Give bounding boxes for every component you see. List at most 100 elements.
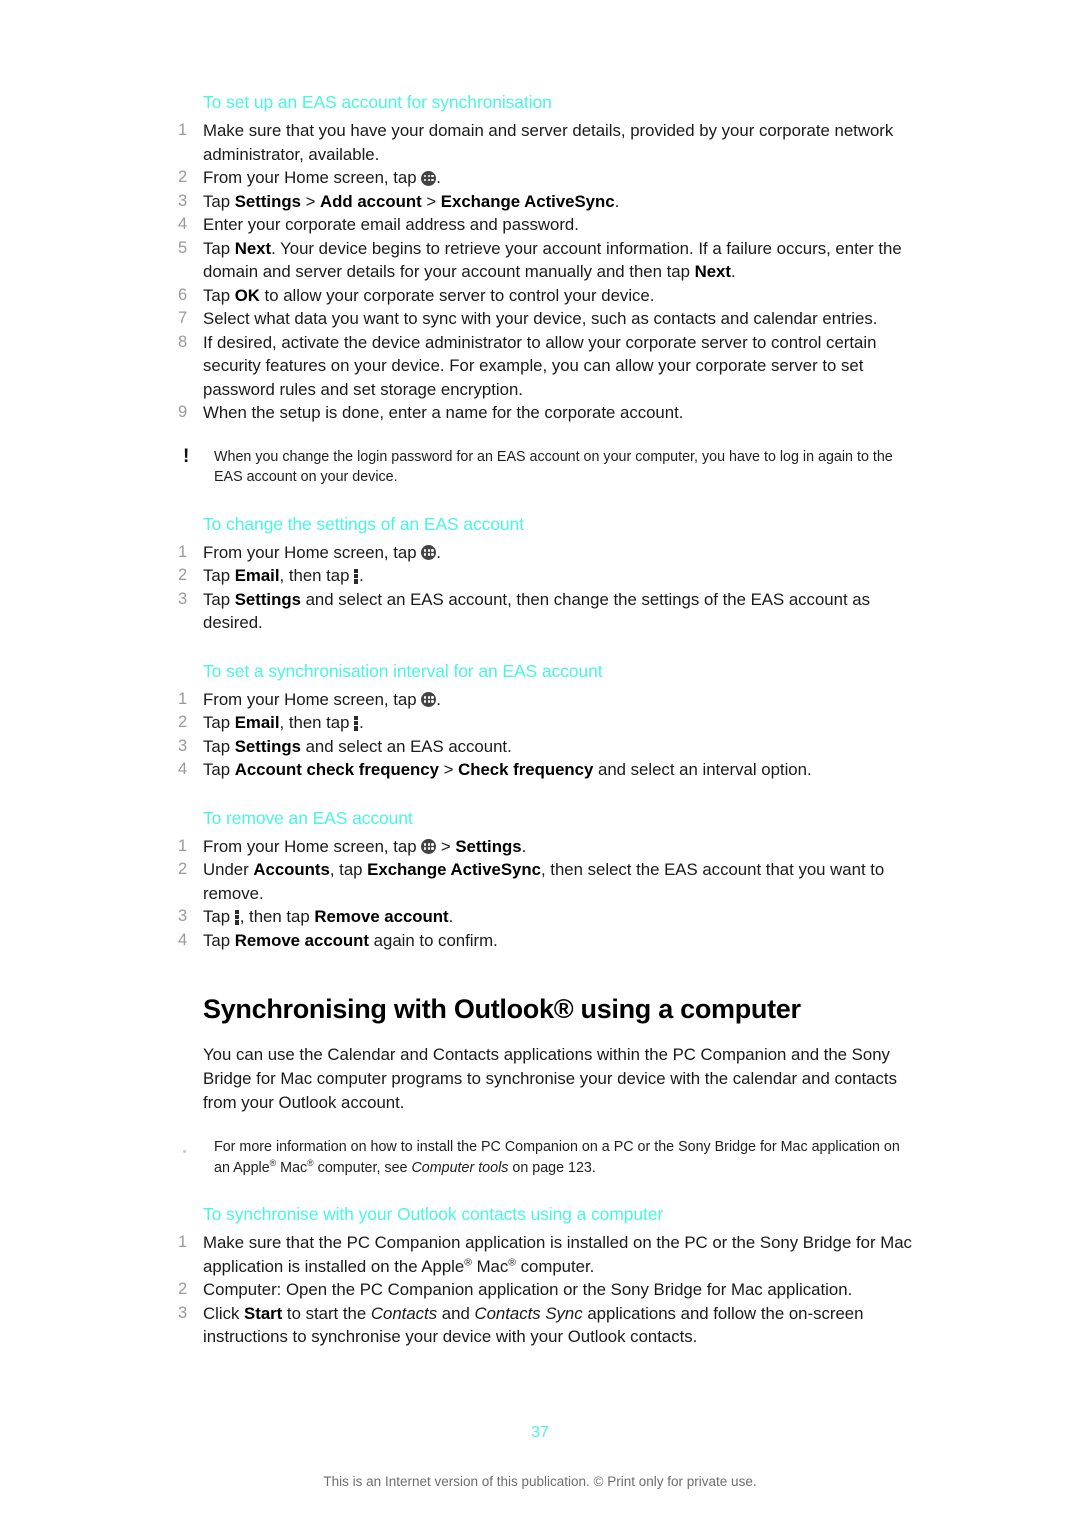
note-text: When you change the login password for a…: [214, 448, 893, 486]
step-text: Make sure that the PC Companion applicat…: [203, 1233, 912, 1276]
step-number: 2: [178, 860, 188, 878]
list-item: 9 When the setup is done, enter a name f…: [178, 401, 918, 425]
list-item: 4 Enter your corporate email address and…: [178, 213, 918, 237]
step-text: Make sure that you have your domain and …: [203, 121, 894, 164]
list-item: 2 Under Accounts, tap Exchange ActiveSyn…: [178, 858, 918, 905]
step-text-tail: .: [436, 689, 441, 709]
outlook-intro-paragraph: You can use the Calendar and Contacts ap…: [203, 1045, 897, 1112]
step-text-tail: .: [436, 542, 441, 562]
list-item: 3 Click Start to start the Contacts and …: [178, 1302, 918, 1349]
tip-icon: [178, 1138, 196, 1157]
step-number: 7: [178, 309, 188, 327]
list-item: 3 Tap , then tap Remove account.: [178, 905, 918, 929]
step-number: 9: [178, 403, 188, 421]
step-text: Tap Settings > Add account > Exchange Ac…: [203, 191, 620, 211]
overflow-menu-icon: [234, 909, 240, 925]
page-title: Synchronising with Outlook® using a comp…: [203, 994, 801, 1024]
step-number: 3: [178, 736, 188, 755]
list-item: 1 From your Home screen, tap > Settings.: [178, 835, 918, 859]
list-item: 1 Make sure that you have your domain an…: [178, 119, 918, 166]
overflow-menu-icon: [354, 568, 359, 584]
app-drawer-icon: [421, 545, 437, 560]
step-number: 5: [178, 238, 188, 257]
list-item: 2 From your Home screen, tap .: [178, 166, 918, 190]
tip-text: For more information on how to install t…: [214, 1139, 900, 1176]
steps-change-settings: 1 From your Home screen, tap . 2 Tap Ema…: [178, 541, 918, 635]
list-item: 3 Tap Settings and select an EAS account…: [178, 735, 918, 759]
list-item: 4 Tap Remove account again to confirm.: [178, 929, 918, 953]
step-text: Tap Next. Your device begins to retrieve…: [203, 238, 902, 282]
document-page: To set up an EAS account for synchronisa…: [0, 0, 1080, 1527]
step-number: 8: [178, 332, 188, 351]
step-number: 1: [178, 836, 188, 855]
heading-sync-interval: To set a synchronisation interval for an…: [203, 660, 603, 681]
step-number: 3: [178, 1303, 188, 1322]
tip-computer-tools: For more information on how to install t…: [178, 1137, 918, 1178]
step-text: If desired, activate the device administ…: [203, 332, 877, 399]
app-drawer-icon: [421, 839, 437, 854]
step-text: From your Home screen, tap: [203, 836, 422, 856]
step-text: Click Start to start the Contacts and Co…: [203, 1303, 864, 1347]
list-item: 4 Tap Account check frequency > Check fr…: [178, 758, 918, 782]
step-text: Tap: [203, 907, 235, 926]
step-text: Tap Remove account again to confirm.: [203, 930, 498, 950]
list-item: 2 Tap Email, then tap .: [178, 564, 918, 588]
step-number: 1: [178, 1233, 188, 1251]
app-drawer-icon: [421, 692, 437, 707]
steps-sync-outlook: 1 Make sure that the PC Companion applic…: [178, 1231, 918, 1349]
step-text: From your Home screen, tap: [203, 542, 422, 562]
step-text: Tap Settings and select an EAS account, …: [203, 589, 870, 633]
step-number: 3: [178, 907, 188, 925]
step-text: Computer: Open the PC Companion applicat…: [203, 1280, 853, 1299]
step-number: 4: [178, 760, 188, 778]
footer-copyright: This is an Internet version of this publ…: [323, 1474, 757, 1489]
list-item: 3 Tap Settings and select an EAS account…: [178, 588, 918, 635]
step-number: 4: [178, 930, 188, 949]
steps-remove-account: 1 From your Home screen, tap > Settings.…: [178, 835, 918, 953]
exclamation-icon: !: [183, 445, 190, 467]
page-title-block: Synchronising with Outlook® using a comp…: [178, 994, 918, 1025]
list-item: 2 Computer: Open the PC Companion applic…: [178, 1278, 918, 1302]
steps-sync-interval: 1 From your Home screen, tap . 2 Tap Ema…: [178, 688, 918, 782]
step-number: 3: [178, 589, 188, 608]
heading-setup-eas: To set up an EAS account for synchronisa…: [203, 92, 552, 112]
step-text: Tap Email, then tap: [203, 566, 355, 585]
heading-sync-outlook-contacts: To synchronise with your Outlook contact…: [203, 1204, 664, 1224]
step-number: 2: [178, 1280, 188, 1298]
list-item: 7 Select what data you want to sync with…: [178, 307, 918, 331]
step-text: Tap OK to allow your corporate server to…: [203, 285, 655, 305]
heading-change-settings: To change the settings of an EAS account: [203, 513, 524, 534]
note-eas-password: ! When you change the login password for…: [178, 447, 918, 488]
step-text: Under Accounts, tap Exchange ActiveSync,…: [203, 860, 885, 903]
tip-page-ref: 123: [568, 1159, 592, 1176]
step-number: 2: [178, 168, 188, 186]
list-item: 5 Tap Next. Your device begins to retrie…: [178, 237, 918, 284]
step-number: 2: [178, 713, 188, 731]
step-number: 1: [178, 689, 188, 708]
page-content: To set up an EAS account for synchronisa…: [178, 92, 918, 1349]
step-number: 4: [178, 215, 188, 233]
step-text: From your Home screen, tap: [203, 689, 422, 709]
step-text: Enter your corporate email address and p…: [203, 215, 579, 234]
app-drawer-icon: [421, 170, 437, 186]
step-number: 1: [178, 121, 188, 139]
list-item: 1 From your Home screen, tap .: [178, 688, 918, 712]
step-text-tail: , then tap Remove account.: [239, 907, 454, 926]
step-text: Select what data you want to sync with y…: [203, 309, 878, 328]
step-number: 2: [178, 566, 188, 584]
step-text: When the setup is done, enter a name for…: [203, 403, 684, 422]
step-text-tail: .: [436, 168, 441, 187]
step-text: Tap Settings and select an EAS account.: [203, 736, 512, 756]
list-item: 3 Tap Settings > Add account > Exchange …: [178, 190, 918, 214]
steps-setup-eas: 1 Make sure that you have your domain an…: [178, 119, 918, 425]
step-text-tail: .: [359, 566, 364, 585]
heading-remove-account: To remove an EAS account: [203, 807, 413, 828]
list-item: 1 Make sure that the PC Companion applic…: [178, 1231, 918, 1278]
step-text: Tap Account check frequency > Check freq…: [203, 760, 812, 779]
step-number: 3: [178, 191, 188, 210]
list-item: 2 Tap Email, then tap .: [178, 711, 918, 735]
step-text: From your Home screen, tap: [203, 168, 422, 187]
step-text-tail: > Settings.: [436, 836, 527, 856]
list-item: 8 If desired, activate the device admini…: [178, 331, 918, 402]
page-number: 37: [531, 1424, 549, 1441]
